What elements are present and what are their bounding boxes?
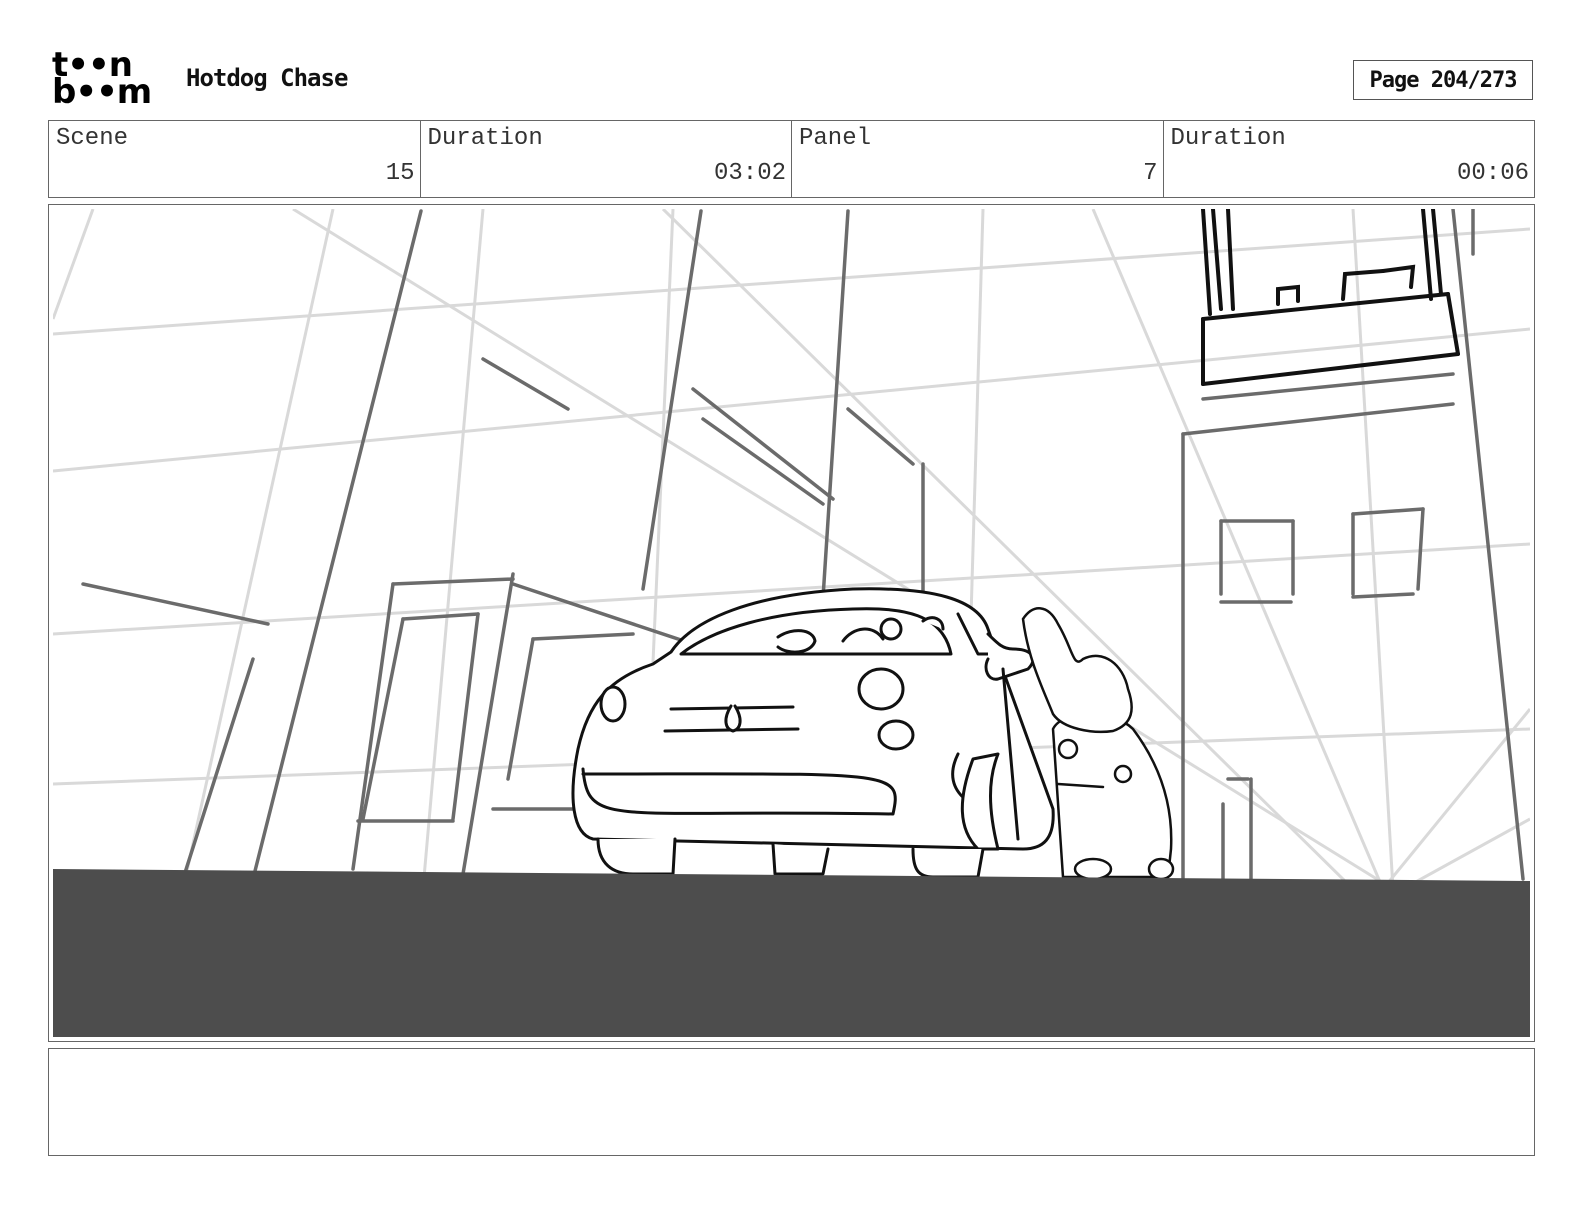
scene-label: Scene — [56, 125, 129, 152]
panel-duration-label: Duration — [1170, 125, 1286, 152]
project-title: Hotdog Chase — [186, 64, 348, 92]
scene-value: 15 — [385, 160, 415, 187]
scene-duration-label: Duration — [427, 125, 543, 152]
panel-duration-value: 00:06 — [1456, 160, 1529, 187]
panel-label: Panel — [799, 125, 872, 152]
panel-duration-cell: Duration 00:06 — [1164, 121, 1535, 197]
main-car — [571, 587, 1055, 879]
ground — [53, 869, 1530, 1037]
page-number: Page 204/273 — [1353, 60, 1533, 100]
logo-line-bottom: b••m — [52, 72, 152, 112]
dialogue-notes-box — [48, 1048, 1535, 1156]
storyboard-panel-frame — [48, 204, 1535, 1042]
storyboard-sketch — [53, 209, 1530, 1037]
toonboom-logo: t••n b••m — [52, 48, 164, 112]
scene-duration-value: 03:02 — [713, 160, 786, 187]
bush — [1021, 607, 1133, 734]
scene-duration-cell: Duration 03:02 — [421, 121, 792, 197]
panel-cell: Panel 7 — [792, 121, 1164, 197]
panel-info-table: Scene 15 Duration 03:02 Panel 7 Duration… — [48, 120, 1535, 198]
rear-car — [1051, 712, 1175, 881]
scene-cell: Scene 15 — [49, 121, 421, 197]
panel-value: 7 — [1143, 160, 1158, 187]
